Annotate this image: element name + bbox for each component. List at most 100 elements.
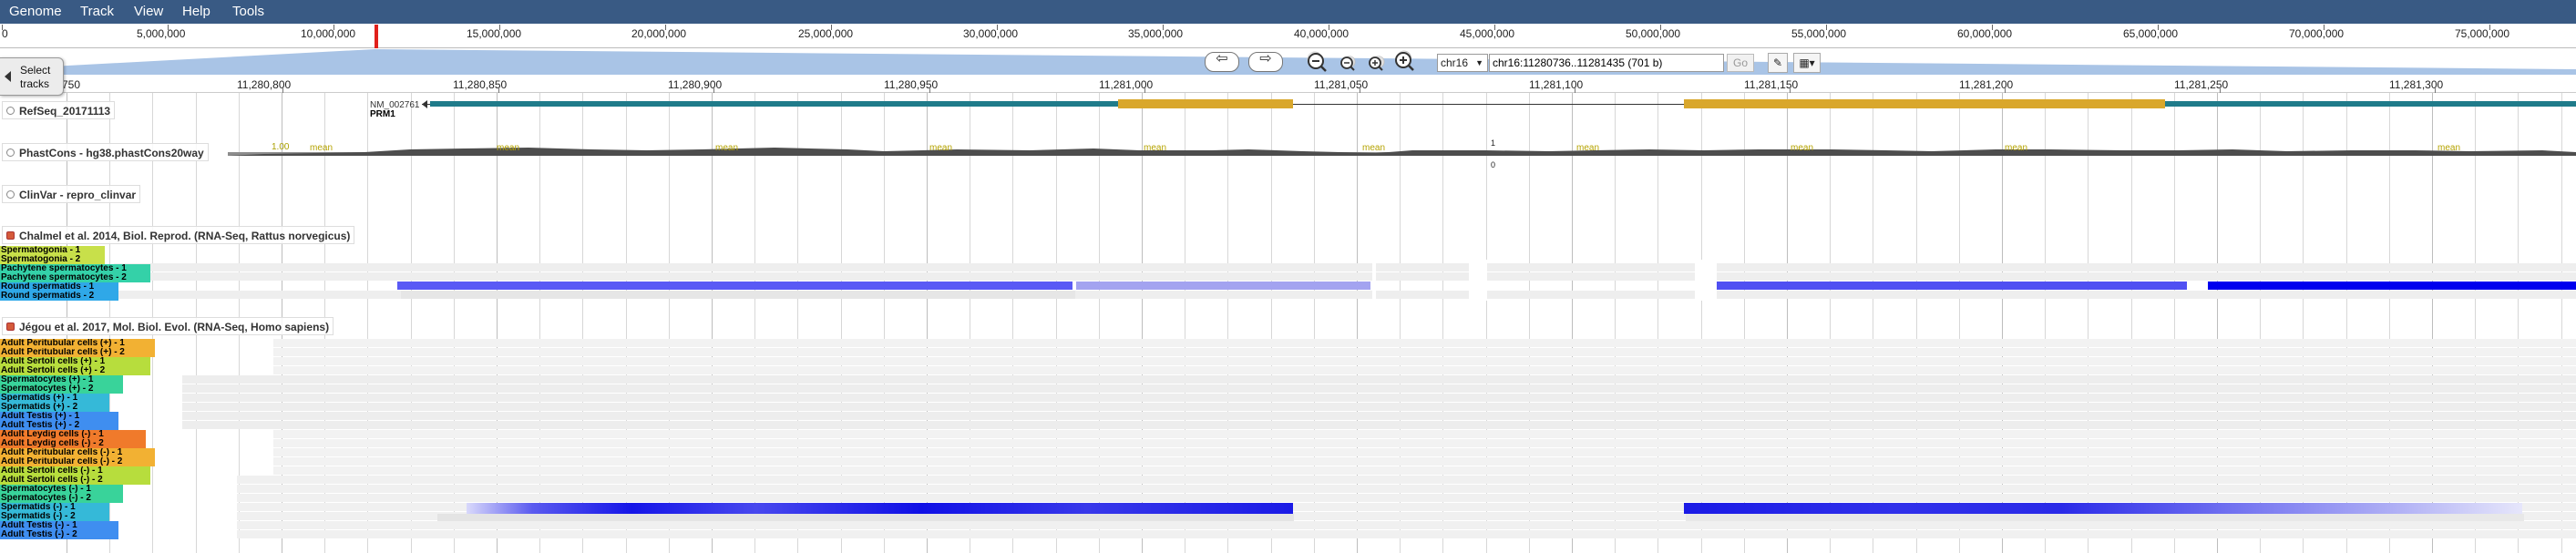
sample-label: Adult Testis (-) - 1 (0, 521, 118, 530)
sample-label: Spermatids (-) - 2 (0, 512, 109, 521)
expression-signal (1076, 282, 1370, 290)
share-icon[interactable]: ▦▾ (1793, 53, 1821, 73)
chromosome-value: chr16 (1441, 56, 1469, 69)
sample-label: Spermatids (+) - 1 (0, 394, 109, 403)
expression-segment (437, 514, 1294, 521)
overview-label: 55,000,000 (1791, 27, 1847, 40)
track-menu-icon[interactable] (6, 190, 15, 199)
overview-tick (997, 25, 998, 30)
overview-label: 70,000,000 (2289, 27, 2345, 40)
utr-segment[interactable] (430, 101, 1118, 107)
overview-label: 75,000,000 (2455, 27, 2510, 40)
menu-tools[interactable]: Tools (232, 4, 264, 19)
phastcons-mean-label: mean (1576, 143, 1600, 153)
sample-label: Pachytene spermatocytes - 1 (0, 264, 150, 273)
sample-label: Adult Testis (+) - 2 (0, 421, 118, 430)
sample-label: Spermatocytes (-) - 2 (0, 494, 123, 503)
overview-position-marker[interactable] (375, 25, 378, 48)
sample-label: Pachytene spermatocytes - 2 (0, 273, 150, 282)
expression-segment (237, 530, 2576, 538)
go-button[interactable]: Go (1727, 54, 1754, 72)
track-close-icon[interactable] (6, 323, 15, 331)
sample-label: Adult Sertoli cells (+) - 1 (0, 357, 150, 366)
menu-genome[interactable]: Genome (9, 4, 62, 19)
overview-tick (168, 25, 169, 30)
expression-segment (182, 403, 2576, 411)
utr-segment[interactable] (2165, 101, 2576, 107)
expression-segment (182, 384, 2576, 393)
menu-help[interactable]: Help (182, 4, 210, 19)
expression-gap (1469, 260, 1487, 301)
overview-label: 5,000,000 (137, 27, 186, 40)
track-menu-icon[interactable] (6, 107, 15, 115)
expression-segment (237, 521, 2576, 529)
phastcons-mean-label: mean (2437, 143, 2461, 153)
expression-segment (273, 439, 2576, 447)
coding-exon[interactable] (1684, 99, 2165, 108)
sample-label: Adult Leydig cells (-) - 1 (0, 430, 146, 439)
detail-ruler[interactable]: 750 11,280,800 11,280,850 11,280,900 11,… (0, 75, 2576, 93)
expression-segment (401, 291, 1075, 299)
sample-label: Spermatogonia - 2 (0, 255, 105, 264)
track-close-icon[interactable] (6, 231, 15, 240)
pan-right-button[interactable]: ⇨ (1248, 52, 1283, 72)
menu-bar: Genome Track View Help Tools (0, 0, 2576, 24)
menu-view[interactable]: View (134, 4, 163, 19)
expression-signal (397, 282, 1072, 290)
select-tracks-tab[interactable]: Select tracks (0, 57, 64, 96)
sample-label: Spermatocytes (-) - 1 (0, 485, 123, 494)
overview-label: 50,000,000 (1626, 27, 1681, 40)
sample-label: Round spermatids - 1 (0, 282, 118, 292)
expression-signal (1717, 282, 2187, 290)
expression-segment (114, 272, 2576, 281)
expression-segment (1686, 514, 2524, 521)
phastcons-mean-label: mean (1144, 143, 1167, 153)
phastcons-mean-label: mean (310, 143, 334, 153)
phastcons-scale-top: 1 (1491, 138, 1496, 148)
strand-arrow-icon (422, 100, 427, 108)
phastcons-scale-bottom: 0 (1491, 160, 1496, 169)
expression-segment (237, 476, 2576, 484)
overview-ruler[interactable]: 0 5,000,000 10,000,000 15,000,000 20,000… (0, 25, 2576, 48)
ruler-tick (2005, 87, 2006, 93)
coding-exon[interactable] (1118, 99, 1293, 108)
track-label-refseq[interactable]: RefSeq_20171113 (2, 101, 116, 119)
expression-segment (273, 430, 2576, 438)
ruler-label: 750 (62, 78, 81, 91)
expression-gap (1372, 260, 1376, 301)
overview-label: 20,000,000 (631, 27, 687, 40)
expression-signal (2208, 282, 2576, 290)
expression-segment (182, 375, 2576, 384)
menu-track[interactable]: Track (80, 4, 114, 19)
sample-label: Round spermatids - 2 (0, 292, 118, 301)
pan-left-button[interactable]: ⇦ (1205, 52, 1239, 72)
overview-tick (1494, 25, 1495, 30)
expression-segment (182, 412, 2576, 420)
track-menu-icon[interactable] (6, 148, 15, 157)
ruler-tick (282, 87, 283, 93)
phastcons-mean-label: mean (929, 143, 953, 153)
expression-segment (237, 485, 2576, 493)
highlight-icon[interactable]: ✎ (1768, 53, 1788, 73)
sample-label: Spermatocytes (+) - 1 (0, 375, 123, 384)
location-input[interactable] (1489, 54, 1724, 72)
track-label-text: Jégou et al. 2017, Mol. Biol. Evol. (RNA… (19, 321, 330, 333)
expression-segment (273, 339, 2576, 347)
track-label-clinvar[interactable]: ClinVar - repro_clinvar (2, 185, 141, 203)
track-label-jegou[interactable]: Jégou et al. 2017, Mol. Biol. Evol. (RNA… (2, 317, 334, 335)
expression-segment (114, 263, 2576, 271)
overview-label: 60,000,000 (1957, 27, 2013, 40)
overview-label: 0 (2, 27, 8, 40)
chromosome-select[interactable]: chr16 ▼ (1437, 54, 1488, 72)
zoom-buttons-graphic (1308, 52, 1414, 72)
sample-label: Adult Sertoli cells (+) - 2 (0, 366, 150, 375)
expression-segment (273, 366, 2576, 374)
sample-label: Spermatogonia - 1 (0, 246, 105, 255)
ruler-tick (498, 87, 499, 93)
sample-label: Spermatids (-) - 1 (0, 503, 109, 512)
track-label-chalmel[interactable]: Chalmel et al. 2014, Biol. Reprod. (RNA-… (2, 226, 355, 244)
track-label-phastcons[interactable]: PhastCons - hg38.phastCons20way (2, 143, 209, 161)
ruler-tick (2220, 87, 2221, 93)
sample-label: Spermatocytes (+) - 2 (0, 384, 123, 394)
overview-label: 25,000,000 (798, 27, 854, 40)
